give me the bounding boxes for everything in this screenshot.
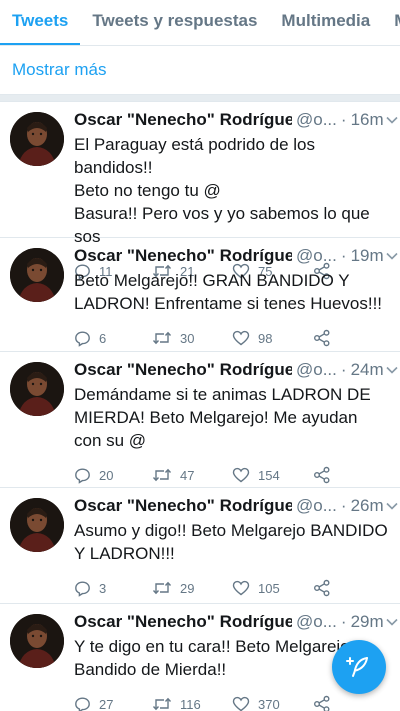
share-nodes-icon [314,329,330,347]
heart-outline-icon [232,580,250,596]
retweet-count: 29 [180,580,195,596]
section-divider [0,94,400,102]
reply-button[interactable]: 20 [74,467,152,484]
dot-separator: · [340,246,347,265]
author-name[interactable]: Oscar "Nenecho" Rodríguez [74,108,292,132]
author-name[interactable]: Oscar "Nenecho" Rodríguez [74,358,292,382]
author-handle: @o... [296,496,337,515]
author-handle: @o... [296,612,337,631]
share-nodes-icon [314,695,330,711]
retweet-count: 30 [180,330,195,346]
timestamp[interactable]: 19m [351,244,384,268]
like-button[interactable]: 370 [232,696,313,711]
tweet-timeline: Oscar "Nenecho" Rodríguez @o... · 16m El… [0,102,400,711]
compose-tweet-button[interactable] [332,640,386,694]
share-button[interactable] [313,579,331,597]
heart-outline-icon [232,330,250,346]
retweet-button[interactable]: 47 [152,467,232,483]
like-button[interactable]: 98 [232,330,313,346]
tab-media[interactable]: Multimedia [269,11,382,45]
reply-button[interactable]: 6 [74,330,152,347]
retweet-button[interactable]: 29 [152,580,232,596]
retweet-button[interactable]: 116 [152,696,232,711]
author-name[interactable]: Oscar "Nenecho" Rodríguez [74,244,292,268]
reply-button[interactable]: 27 [74,696,152,711]
retweet-arrows-icon [152,468,172,482]
like-count: 98 [258,330,273,346]
dot-separator: · [340,110,347,129]
reply-count: 20 [99,467,114,483]
chevron-down-icon[interactable] [384,498,400,514]
tweet-text: Demándame si te animas LADRON DE MIERDA!… [74,385,371,450]
chevron-down-icon[interactable] [384,112,400,128]
author-name[interactable]: Oscar "Nenecho" Rodríguez [74,610,292,634]
tweet[interactable]: Oscar "Nenecho" Rodríguez @o... · 24m De… [0,352,400,488]
timestamp[interactable]: 16m [351,108,384,132]
author-handle: @o... [296,360,337,379]
tweet[interactable]: Oscar "Nenecho" Rodríguez @o... · 19m Be… [0,238,400,352]
share-nodes-icon [314,579,330,597]
share-button[interactable] [313,695,331,711]
retweet-arrows-icon [152,697,172,711]
heart-outline-icon [232,696,250,711]
timestamp[interactable]: 24m [351,358,384,382]
author-handle: @o... [296,110,337,129]
avatar[interactable] [10,248,64,302]
avatar[interactable] [10,362,64,416]
retweet-button[interactable]: 30 [152,330,232,346]
tweet[interactable]: Oscar "Nenecho" Rodríguez @o... · 16m El… [0,102,400,280]
chevron-down-icon[interactable] [384,614,400,630]
author-handle: @o... [296,246,337,265]
speech-bubble-icon [75,467,90,484]
tweet-text: Asumo y digo!! Beto Melgarejo BANDIDO Y … [74,521,388,563]
reply-count: 6 [99,330,107,346]
reply-count: 3 [99,580,107,596]
tweet-actions: 3 29 105 [74,569,388,607]
tweet-text: Beto Melgarejo!! GRAN BANDIDO Y LADRON! … [74,271,383,313]
speech-bubble-icon [75,696,90,711]
author-name[interactable]: Oscar "Nenecho" Rodríguez [74,494,292,518]
share-nodes-icon [314,466,330,484]
chevron-down-icon[interactable] [384,248,400,264]
heart-outline-icon [232,467,250,483]
like-button[interactable]: 105 [232,580,313,596]
tweet[interactable]: Oscar "Nenecho" Rodríguez @o... · 26m As… [0,488,400,604]
like-button[interactable]: 154 [232,467,313,483]
like-count: 370 [258,696,280,711]
speech-bubble-icon [75,330,90,347]
speech-bubble-icon [75,580,90,597]
timestamp[interactable]: 26m [351,494,384,518]
profile-tabs: Tweets Tweets y respuestas Multimedia M [0,0,400,46]
avatar[interactable] [10,498,64,552]
tab-tweets-and-replies[interactable]: Tweets y respuestas [80,11,269,45]
reply-count: 27 [99,696,114,711]
reply-button[interactable]: 3 [74,580,152,597]
timestamp[interactable]: 29m [351,610,384,634]
like-count: 154 [258,467,280,483]
retweet-count: 116 [180,696,201,711]
avatar[interactable] [10,112,64,166]
share-button[interactable] [313,329,331,347]
share-button[interactable] [313,466,331,484]
chevron-down-icon[interactable] [384,362,400,378]
compose-feather-icon [346,657,368,677]
retweet-arrows-icon [152,581,172,595]
like-count: 105 [258,580,280,596]
retweet-arrows-icon [152,331,172,345]
show-more-link[interactable]: Mostrar más [0,46,400,94]
dot-separator: · [340,612,347,631]
tab-likes-truncated[interactable]: M [382,11,400,45]
tweet-text: El Paraguay está podrido de los bandidos… [74,135,370,246]
dot-separator: · [340,496,347,515]
tab-tweets[interactable]: Tweets [0,11,81,45]
avatar[interactable] [10,614,64,668]
tweet-actions: 27 116 370 [74,685,388,711]
dot-separator: · [340,360,347,379]
retweet-count: 47 [180,467,195,483]
